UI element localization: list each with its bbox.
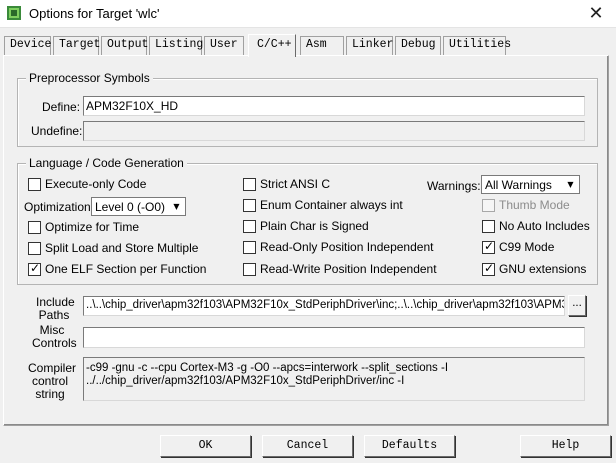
undefine-label: Undefine:: [31, 124, 83, 138]
checkbox-label: Plain Char is Signed: [260, 219, 369, 233]
defaults-button[interactable]: Defaults: [364, 435, 455, 457]
misc-controls-label: Misc Controls: [32, 324, 77, 350]
checkbox-box: [482, 199, 495, 212]
checkbox-box: [243, 199, 256, 212]
checkbox-box: ✓: [28, 261, 41, 276]
label-line: Paths: [38, 308, 70, 322]
compiler-string-line: -c99 -gnu -c --cpu Cortex-M3 -g -O0 --ap…: [86, 362, 449, 374]
help-button[interactable]: Help: [520, 435, 611, 457]
misc-controls-field[interactable]: [83, 327, 585, 348]
tab-linker[interactable]: Linker: [346, 36, 393, 55]
tab-target[interactable]: Target: [53, 36, 101, 55]
checkbox-box: [482, 220, 495, 233]
browse-include-button[interactable]: ...: [568, 295, 586, 316]
checkbox-box: [243, 241, 256, 254]
tab-c-cpp[interactable]: C/C++: [248, 34, 296, 57]
close-icon[interactable]: ✕: [576, 0, 616, 28]
compiler-string-line: ../../chip_driver/apm32f103/APM32F10x_St…: [86, 375, 405, 387]
checkbox-label: Optimize for Time: [45, 220, 140, 234]
app-icon: [7, 6, 21, 20]
tab-label: Output: [107, 38, 149, 51]
checkbox-label: Split Load and Store Multiple: [45, 241, 199, 255]
define-field[interactable]: APM32F10X_HD: [83, 96, 585, 116]
compiler-string-field[interactable]: -c99 -gnu -c --cpu Cortex-M3 -g -O0 --ap…: [83, 357, 585, 401]
check-icon: ✓: [30, 261, 41, 275]
check-icon: ✓: [484, 239, 495, 253]
tab-label: Target: [59, 38, 101, 51]
tab-bar: Device Target Output Listing User C/C++ …: [0, 34, 616, 57]
warnings-label: Warnings:: [427, 179, 481, 193]
define-label: Define:: [42, 100, 81, 114]
title-bar: Options for Target 'wlc' ✕: [0, 0, 616, 28]
tab-asm[interactable]: Asm: [300, 36, 344, 55]
tab-label: User: [210, 38, 238, 51]
include-paths-label: Include Paths: [36, 296, 75, 322]
warnings-dropdown[interactable]: All Warnings ▼: [481, 175, 580, 194]
checkbox-label: GNU extensions: [499, 262, 587, 276]
checkbox-box: [28, 221, 41, 234]
tab-label: Utilities: [449, 38, 512, 51]
checkbox-label: Enum Container always int: [260, 198, 403, 212]
warnings-value: All Warnings: [485, 178, 552, 192]
checkbox-box: [28, 178, 41, 191]
checkbox-box: ✓: [482, 239, 495, 254]
tab-label: Linker: [352, 38, 394, 51]
checkbox-box: [243, 220, 256, 233]
group-legend: Language / Code Generation: [26, 156, 187, 170]
tab-label: Device: [10, 38, 52, 51]
tab-listing[interactable]: Listing: [149, 36, 204, 55]
optimization-value: Level 0 (-O0): [95, 200, 166, 214]
check-icon: ✓: [484, 261, 495, 275]
group-legend: Preprocessor Symbols: [26, 71, 153, 85]
checkbox-box: ✓: [482, 261, 495, 276]
tab-user[interactable]: User: [204, 36, 244, 55]
checkbox-label: One ELF Section per Function: [45, 262, 207, 276]
checkbox-label: C99 Mode: [499, 240, 555, 254]
tab-label: Asm: [306, 38, 327, 51]
label-line: string: [35, 387, 65, 401]
tab-output[interactable]: Output: [101, 36, 149, 55]
tab-label: C/C++: [257, 38, 292, 51]
tab-device[interactable]: Device: [4, 36, 51, 55]
checkbox-label: Read-Write Position Independent: [260, 262, 437, 276]
optimization-label: Optimization:: [24, 200, 95, 214]
checkbox-label: Strict ANSI C: [260, 177, 331, 191]
checkbox-label: Thumb Mode: [499, 198, 570, 212]
tab-label: Debug: [401, 38, 436, 51]
undefine-field[interactable]: [83, 121, 585, 141]
checkbox-box: [243, 178, 256, 191]
window-title: Options for Target 'wlc': [29, 6, 160, 21]
include-paths-field[interactable]: ..\..\chip_driver\apm32f103\APM32F10x_St…: [83, 296, 565, 316]
scrollbar[interactable]: [567, 358, 584, 400]
tab-debug[interactable]: Debug: [395, 36, 441, 55]
checkbox-box: [28, 242, 41, 255]
tab-label: Listing: [155, 38, 204, 51]
cancel-button[interactable]: Cancel: [262, 435, 353, 457]
chevron-down-icon: ▼: [567, 180, 574, 189]
checkbox-label: Execute-only Code: [45, 177, 147, 191]
tab-utilities[interactable]: Utilities: [443, 36, 511, 55]
checkbox-label: Read-Only Position Independent: [260, 240, 434, 254]
checkbox-box: [243, 263, 256, 276]
label-line: Controls: [32, 336, 77, 350]
optimization-dropdown[interactable]: Level 0 (-O0) ▼: [91, 197, 186, 216]
checkbox-label: No Auto Includes: [499, 219, 590, 233]
compiler-string-label: Compiler control string: [28, 362, 76, 401]
chevron-down-icon: ▼: [173, 202, 180, 211]
ok-button[interactable]: OK: [160, 435, 251, 457]
